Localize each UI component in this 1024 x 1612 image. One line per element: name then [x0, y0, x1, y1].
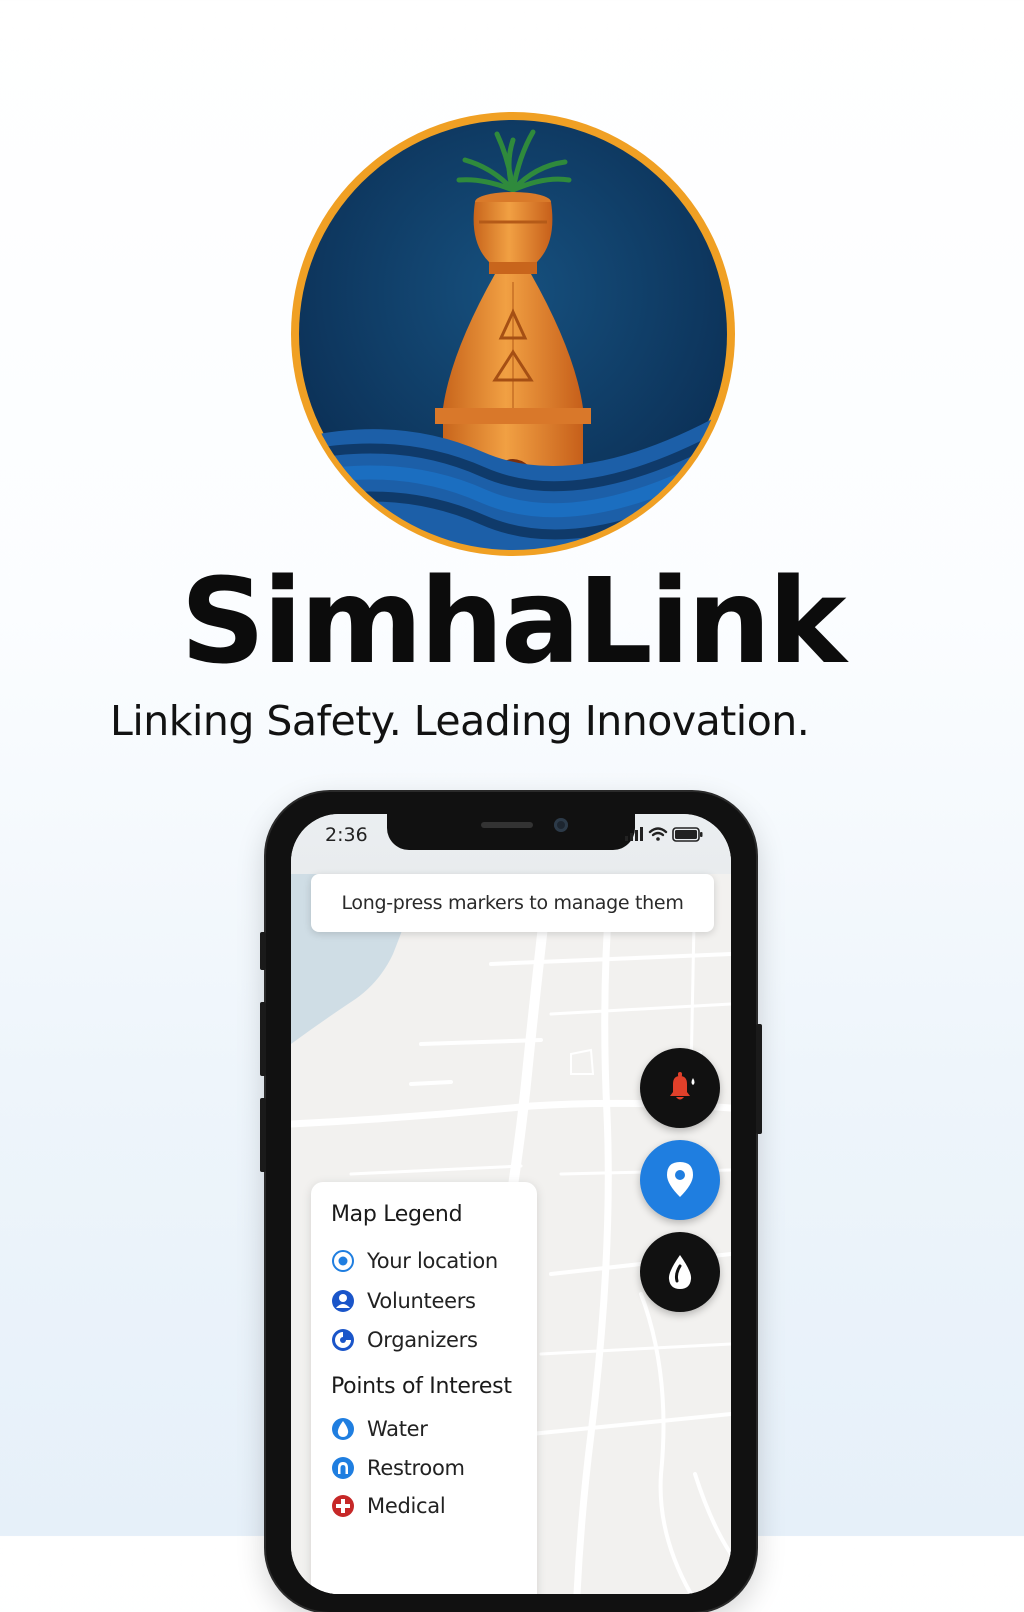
- legend-title: Map Legend: [331, 1202, 463, 1227]
- phone-screen: 2:36 Long-press markers to manage them M…: [291, 814, 731, 1594]
- instruction-toast: Long-press markers to manage them: [311, 874, 714, 932]
- battery-icon: [672, 827, 703, 842]
- legend-item-water: Water: [331, 1416, 428, 1442]
- earpiece-speaker: [481, 822, 533, 828]
- location-pin-icon: [667, 1162, 693, 1197]
- phone-mockup: 2:36 Long-press markers to manage them M…: [260, 792, 762, 1612]
- legend-item-restroom: Restroom: [331, 1455, 465, 1481]
- status-icons: [625, 827, 703, 842]
- simhalink-logo: [291, 112, 735, 556]
- status-time: 2:36: [325, 824, 368, 846]
- cellular-signal-icon: [625, 827, 643, 841]
- app-name: SimhaLink: [180, 552, 846, 690]
- water-icon: [332, 1418, 354, 1440]
- legend-label: Organizers: [367, 1328, 478, 1352]
- legend-label: Restroom: [367, 1456, 465, 1480]
- status-bar: 2:36: [291, 814, 731, 874]
- your-location-icon: [332, 1250, 354, 1272]
- legend-item-your-location: Your location: [331, 1248, 498, 1274]
- alert-button[interactable]: [640, 1048, 720, 1128]
- map-legend: Map Legend Your location Volunteers Orga…: [311, 1182, 537, 1594]
- legend-label: Your location: [367, 1249, 498, 1273]
- phone-volume-up: [260, 1002, 266, 1076]
- water-drop-icon: [668, 1255, 692, 1289]
- restroom-icon: [332, 1457, 354, 1479]
- alert-bell-icon: [670, 1072, 695, 1100]
- legend-item-organizers: Organizers: [331, 1327, 478, 1353]
- wifi-icon: [648, 827, 668, 841]
- phone-mute-switch: [260, 932, 266, 970]
- phone-volume-down: [260, 1098, 266, 1172]
- legend-label: Water: [367, 1417, 428, 1441]
- organizer-icon: [332, 1329, 354, 1351]
- volunteer-icon: [332, 1290, 354, 1312]
- legend-label: Medical: [367, 1494, 446, 1518]
- medical-icon: [332, 1495, 354, 1517]
- front-camera: [554, 818, 568, 832]
- phone-power-button: [756, 1024, 762, 1134]
- water-button[interactable]: [640, 1232, 720, 1312]
- legend-item-medical: Medical: [331, 1493, 446, 1519]
- phone-notch: [387, 814, 635, 850]
- legend-item-volunteers: Volunteers: [331, 1288, 476, 1314]
- tagline: Linking Safety. Leading Innovation.: [110, 697, 810, 745]
- legend-label: Volunteers: [367, 1289, 476, 1313]
- my-location-button[interactable]: [640, 1140, 720, 1220]
- poi-title: Points of Interest: [331, 1374, 512, 1399]
